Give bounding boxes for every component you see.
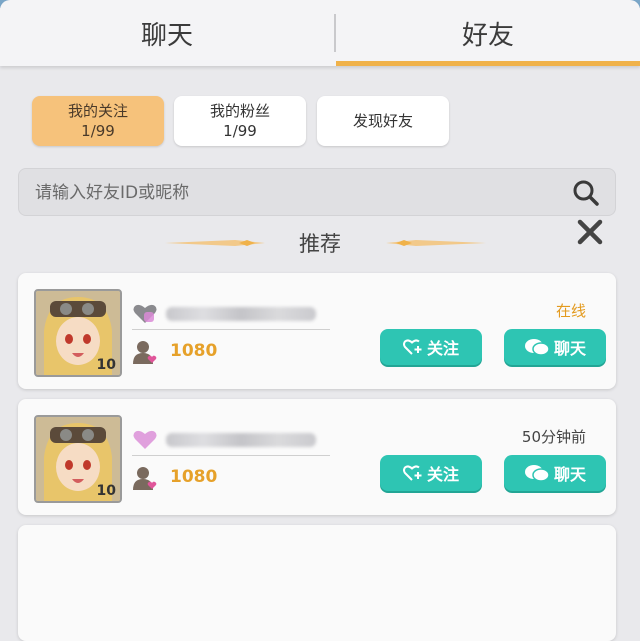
person-icon [133,341,157,364]
subtab-fans[interactable]: 我的粉丝 1/99 [174,96,306,146]
level-badge: 10 [96,483,116,499]
subtab-following-count: 1/99 [81,122,115,140]
follow-button-label: 关注 [426,465,459,484]
follow-button-label: 关注 [426,339,459,358]
name-row [132,299,330,330]
main-tab-bar: 聊天 好友 [0,0,640,66]
subtab-discover[interactable]: 发现好友 [317,96,449,146]
heart-icon [133,304,157,323]
active-tab-indicator [336,61,640,66]
ornament-right-icon [386,240,486,246]
chat-button-label: 聊天 [553,339,586,358]
search-icon[interactable] [571,178,601,208]
close-icon[interactable] [576,218,604,246]
heart-plus-icon [402,465,422,481]
last-online-status: 50分钟前 [521,428,586,446]
name-row [132,425,330,456]
follow-button[interactable]: 关注 [380,329,482,365]
subtab-following[interactable]: 我的关注 1/99 [32,96,164,146]
subtab-following-label: 我的关注 [67,102,128,120]
blurred-nickname [166,433,316,447]
power-value: 1080 [170,341,218,361]
tab-friends[interactable]: 好友 [336,0,640,66]
chat-bubble-icon [524,339,550,356]
friend-card: 10 1080 在线 关注 聊天 [18,273,616,389]
friend-card: 10 1080 50分钟前 关注 聊天 [18,399,616,515]
search-input[interactable] [33,169,557,217]
follow-button[interactable]: 关注 [380,455,482,491]
friend-card-partial [18,525,616,641]
online-status: 在线 [555,302,586,320]
power-value: 1080 [170,467,218,487]
heart-icon [133,430,157,449]
subtab-discover-label: 发现好友 [352,112,413,130]
recommend-title: 推荐 [299,232,341,256]
avatar[interactable]: 10 [34,289,122,377]
tab-friends-label: 好友 [461,20,514,51]
subtab-fans-count: 1/99 [223,122,257,140]
heart-plus-icon [402,339,422,355]
chat-button[interactable]: 聊天 [504,329,606,365]
search-bar [18,168,616,217]
blurred-nickname [166,307,316,321]
avatar[interactable]: 10 [34,415,122,503]
chat-bubble-icon [524,465,550,482]
tab-chat-label: 聊天 [140,20,193,51]
subtab-fans-label: 我的粉丝 [209,102,270,120]
level-badge: 10 [96,357,116,373]
tab-chat[interactable]: 聊天 [0,0,334,66]
chat-button[interactable]: 聊天 [504,455,606,491]
person-icon [133,467,157,490]
chat-button-label: 聊天 [553,465,586,484]
